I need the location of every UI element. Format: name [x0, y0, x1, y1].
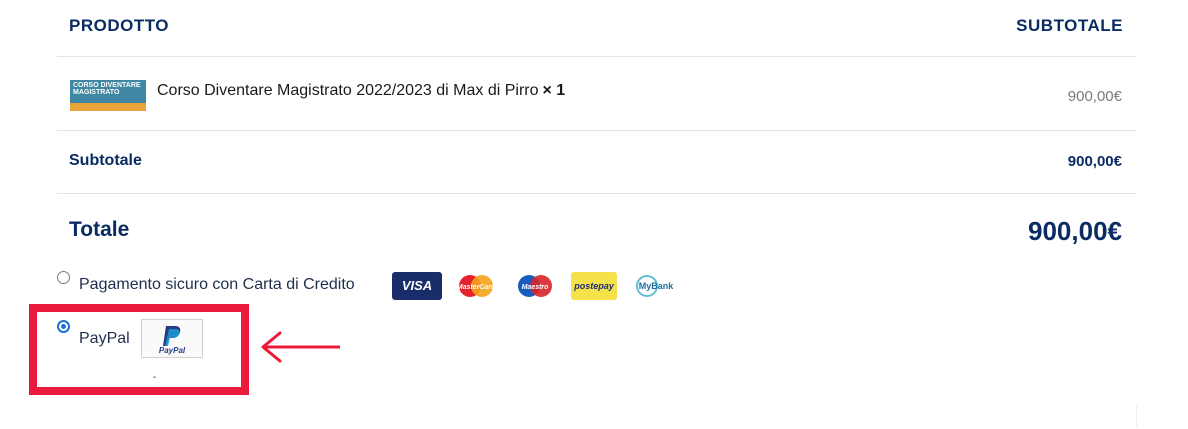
mybank-logo: MyBank — [633, 272, 679, 300]
subtotal-label: Subtotale — [69, 152, 142, 169]
postepay-logo: postepay — [571, 272, 617, 300]
total-value: 900,00€ — [1028, 216, 1122, 246]
credit-card-radio[interactable] — [57, 271, 70, 284]
visa-logo: VISA — [392, 272, 442, 300]
mybank-text: MyBank — [638, 281, 674, 291]
total-label: Totale — [69, 218, 130, 241]
product-column-header: PRODOTTO — [69, 16, 170, 35]
divider — [57, 193, 1136, 194]
subtotal-value: 900,00€ — [1067, 153, 1122, 170]
divider — [57, 130, 1136, 131]
mastercard-text: MasterCard — [457, 284, 496, 291]
mastercard-logo: MasterCard — [454, 272, 498, 300]
maestro-text: Maestro — [522, 284, 550, 291]
divider — [1136, 405, 1137, 427]
product-name: Corso Diventare Magistrato 2022/2023 di … — [157, 82, 539, 99]
thumbnail-banner — [70, 103, 146, 111]
product-quantity: × 1 — [542, 82, 566, 99]
product-price: 900,00€ — [1067, 88, 1122, 105]
highlight-box — [29, 304, 249, 395]
thumbnail-title: CORSO DIVENTARE MAGISTRATO — [73, 82, 141, 96]
product-thumbnail: CORSO DIVENTARE MAGISTRATO — [70, 80, 146, 111]
credit-card-option-label[interactable]: Pagamento sicuro con Carta di Credito — [79, 276, 355, 294]
arrow-left-icon — [261, 331, 340, 363]
maestro-logo: Maestro — [513, 272, 557, 300]
product-name-row: Corso Diventare Magistrato 2022/2023 di … — [157, 82, 565, 100]
subtotal-column-header: SUBTOTALE — [1016, 16, 1123, 35]
divider — [57, 56, 1136, 57]
